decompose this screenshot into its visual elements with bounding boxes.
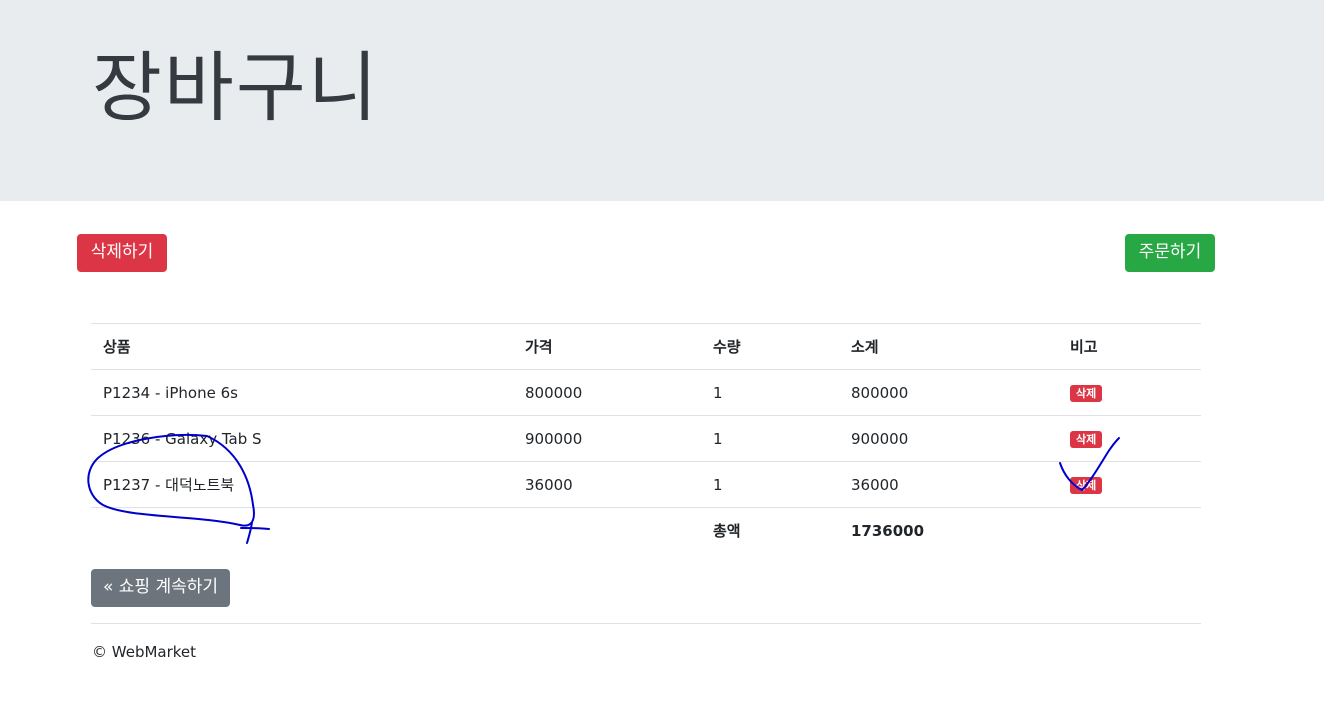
column-header-note: 비고 [1058,323,1201,370]
delete-all-button[interactable]: 삭제하기 [77,234,167,272]
subtotal-cell: 800000 [839,369,1058,416]
price-cell: 800000 [513,369,701,416]
total-row: 총액 1736000 [91,507,1201,554]
quantity-cell: 1 [701,415,839,462]
note-cell: 삭제 [1058,461,1201,508]
product-cell: P1237 - 대덕노트북 [91,461,513,508]
table-row: P1237 - 대덕노트북 36000 1 36000 삭제 [91,461,1201,508]
total-value: 1736000 [839,507,1058,554]
footer-copyright: © WebMarket [92,643,197,661]
remove-item-button[interactable]: 삭제 [1070,431,1103,448]
remove-item-button[interactable]: 삭제 [1070,477,1103,494]
quantity-cell: 1 [701,369,839,416]
product-cell: P1236 - Galaxy Tab S [91,415,513,462]
column-header-subtotal: 소계 [839,323,1058,370]
subtotal-cell: 36000 [839,461,1058,508]
product-cell: P1234 - iPhone 6s [91,369,513,416]
cart-table: 상품 가격 수량 소계 비고 P1234 - iPhone 6s 800000 … [91,323,1201,554]
table-header-row: 상품 가격 수량 소계 비고 [91,323,1201,370]
price-cell: 36000 [513,461,701,508]
column-header-price: 가격 [513,323,701,370]
remove-item-button[interactable]: 삭제 [1070,385,1103,402]
table-row: P1234 - iPhone 6s 800000 1 800000 삭제 [91,369,1201,416]
page-header: 장바구니 [0,0,1324,201]
total-label: 총액 [701,507,839,554]
continue-shopping-button[interactable]: « 쇼핑 계속하기 [91,569,230,607]
quantity-cell: 1 [701,461,839,508]
price-cell: 900000 [513,415,701,462]
empty-cell [91,507,513,554]
subtotal-cell: 900000 [839,415,1058,462]
column-header-quantity: 수량 [701,323,839,370]
order-button[interactable]: 주문하기 [1125,234,1215,272]
page-title: 장바구니 [92,43,380,132]
note-cell: 삭제 [1058,415,1201,462]
empty-cell [1058,507,1201,554]
empty-cell [513,507,701,554]
footer-divider [91,623,1201,624]
note-cell: 삭제 [1058,369,1201,416]
table-row: P1236 - Galaxy Tab S 900000 1 900000 삭제 [91,415,1201,462]
column-header-product: 상품 [91,323,513,370]
